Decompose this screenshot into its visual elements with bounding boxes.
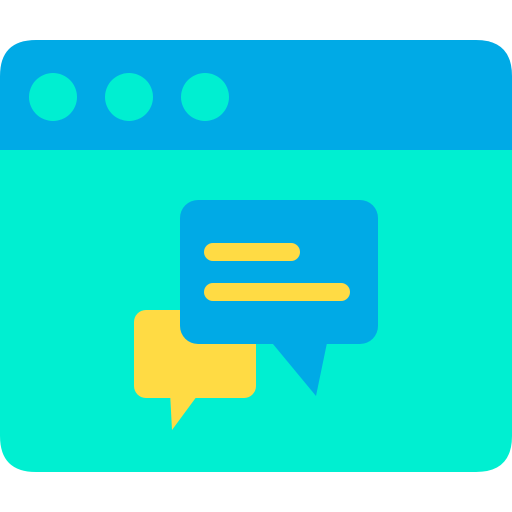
chat-line-1 [204,243,300,261]
window-dot-2 [105,73,153,121]
browser-chat-illustration [0,0,512,512]
browser-chat-icon [0,40,512,472]
window-dot-3 [181,73,229,121]
chat-line-2 [204,283,350,301]
window-dot-1 [29,73,77,121]
